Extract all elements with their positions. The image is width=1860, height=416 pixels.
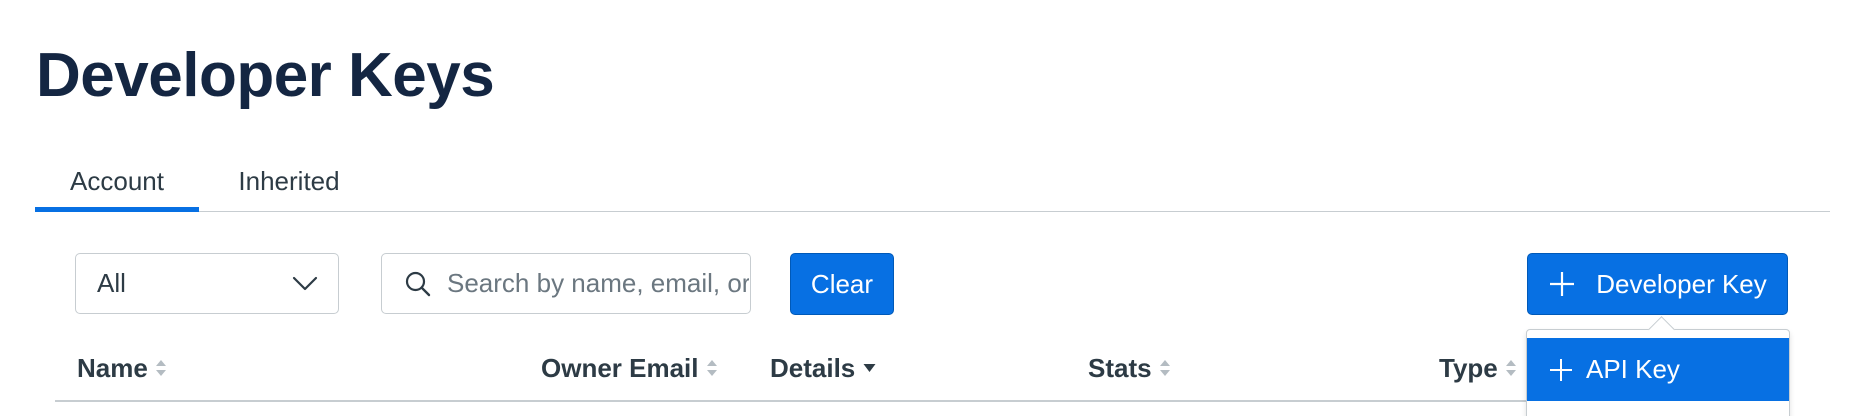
key-type-select[interactable]: All: [75, 253, 339, 314]
search-icon: [405, 271, 431, 297]
search-field[interactable]: [381, 253, 751, 314]
column-header-name[interactable]: Name: [77, 338, 167, 398]
developer-key-menu: API Key: [1526, 329, 1790, 416]
column-header-details-label: Details: [770, 352, 856, 383]
search-input[interactable]: [447, 254, 749, 313]
menu-item-api-key-label: API Key: [1586, 354, 1680, 384]
sort-icon: [1505, 360, 1516, 376]
tab-bar: Account Inherited: [35, 152, 1830, 212]
column-header-owner-email-label: Owner Email: [541, 352, 699, 383]
plus-icon: [1550, 272, 1575, 296]
column-header-stats-label: Stats: [1088, 352, 1152, 383]
column-header-owner-email[interactable]: Owner Email: [541, 338, 718, 398]
sort-icon: [155, 360, 166, 376]
developer-keys-page: Developer Keys Account Inherited All Cle…: [0, 0, 1860, 416]
column-header-type-label: Type: [1439, 352, 1498, 383]
sort-icon: [1159, 360, 1170, 376]
column-header-stats[interactable]: Stats: [1088, 338, 1171, 398]
plus-icon: [1550, 358, 1572, 381]
column-header-details[interactable]: Details: [770, 338, 876, 398]
tab-account[interactable]: Account: [35, 152, 199, 212]
key-type-select-value: All: [97, 268, 126, 298]
menu-item-api-key[interactable]: API Key: [1527, 338, 1789, 401]
tab-inherited[interactable]: Inherited: [219, 152, 359, 211]
add-developer-key-button[interactable]: Developer Key: [1527, 253, 1788, 315]
sort-icon: [706, 360, 717, 376]
clear-button[interactable]: Clear: [790, 253, 894, 315]
caret-down-icon: [863, 364, 876, 372]
add-developer-key-label: Developer Key: [1596, 268, 1767, 299]
chevron-down-icon: [292, 276, 318, 291]
page-title: Developer Keys: [36, 41, 495, 110]
table-header: Name Owner Email Details Stats Type: [55, 338, 1530, 402]
column-header-type[interactable]: Type: [1439, 338, 1517, 398]
column-header-name-label: Name: [77, 352, 148, 383]
